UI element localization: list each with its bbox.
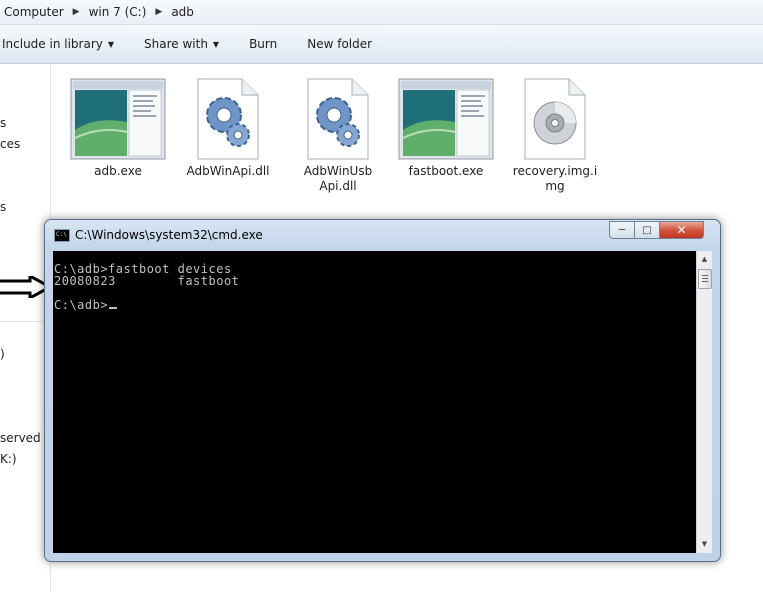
- breadcrumb-separator-icon[interactable]: ▶: [68, 7, 85, 17]
- window-controls: ─ □ ✕: [609, 221, 704, 239]
- file-item-fastboot-exe[interactable]: fastboot.exe: [396, 74, 496, 179]
- breadcrumb-computer[interactable]: Computer: [0, 5, 68, 19]
- command-toolbar: Include in library ▼ Share with ▼ Burn N…: [0, 25, 763, 64]
- cmd-window-title: C:\Windows\system32\cmd.exe: [75, 228, 263, 242]
- file-name: adb.exe: [94, 164, 142, 178]
- cmd-window[interactable]: C:\ C:\Windows\system32\cmd.exe ─ □ ✕ C:…: [44, 219, 721, 562]
- nav-divider: [0, 321, 50, 322]
- nav-item[interactable]: ces: [0, 137, 20, 151]
- scroll-down-arrow-icon[interactable]: ▼: [697, 537, 712, 552]
- scroll-thumb[interactable]: [698, 269, 712, 289]
- include-in-library-button[interactable]: Include in library ▼: [0, 37, 129, 51]
- breadcrumb-drive[interactable]: win 7 (C:): [85, 5, 151, 19]
- console-prompt-line: C:\adb>: [54, 299, 696, 311]
- scroll-up-arrow-icon[interactable]: ▲: [697, 252, 712, 267]
- console-line: 20080823 fastboot: [54, 274, 240, 288]
- file-item-adbwinapi-dll[interactable]: AdbWinApi.dll: [178, 74, 278, 179]
- application-window-icon: [396, 74, 496, 164]
- breadcrumb-separator-icon[interactable]: ▶: [150, 7, 167, 17]
- gears-dll-icon: [178, 74, 278, 164]
- file-name: AdbWinApi.dll: [186, 164, 270, 178]
- breadcrumb-folder[interactable]: adb: [167, 5, 198, 19]
- disc-image-icon: [505, 74, 605, 164]
- share-with-label: Share with: [144, 37, 208, 51]
- minimize-button[interactable]: ─: [609, 221, 635, 239]
- console-prompt: C:\adb>: [54, 298, 109, 312]
- nav-item[interactable]: s: [0, 200, 6, 214]
- text-cursor: [109, 307, 118, 309]
- console-output[interactable]: C:\adb>fastboot devices 20080823 fastboot…: [53, 251, 696, 553]
- new-folder-button[interactable]: New folder: [292, 37, 387, 51]
- nav-item[interactable]: s: [0, 116, 6, 130]
- file-name: AdbWinUsbApi.dll: [303, 164, 373, 193]
- nav-item[interactable]: ): [0, 347, 5, 361]
- file-name: recovery.img.img: [512, 164, 598, 193]
- file-item-adb-exe[interactable]: adb.exe: [68, 74, 168, 179]
- dropdown-arrow-icon: ▼: [107, 39, 115, 49]
- close-button[interactable]: ✕: [660, 221, 704, 239]
- new-folder-label: New folder: [307, 37, 373, 51]
- burn-button[interactable]: Burn: [234, 37, 292, 51]
- file-item-adbwinusbapi-dll[interactable]: AdbWinUsbApi.dll: [288, 74, 388, 194]
- cmd-app-icon: C:\: [54, 229, 70, 242]
- grip-line: [702, 278, 708, 279]
- file-name: fastboot.exe: [408, 164, 484, 178]
- nav-item[interactable]: K:): [0, 452, 17, 466]
- application-window-icon: [68, 74, 168, 164]
- address-bar[interactable]: Computer ▶ win 7 (C:) ▶ adb: [0, 0, 763, 25]
- gears-dll-icon: [288, 74, 388, 164]
- share-with-button[interactable]: Share with ▼: [129, 37, 234, 51]
- grip-line: [702, 275, 708, 276]
- include-in-library-label: Include in library: [2, 37, 103, 51]
- maximize-button[interactable]: □: [635, 221, 660, 239]
- burn-label: Burn: [249, 37, 278, 51]
- file-item-recovery-img[interactable]: recovery.img.img: [505, 74, 605, 194]
- vertical-scrollbar[interactable]: ▲ ▼: [696, 251, 712, 553]
- dropdown-arrow-icon: ▼: [212, 39, 220, 49]
- grip-line: [702, 281, 708, 282]
